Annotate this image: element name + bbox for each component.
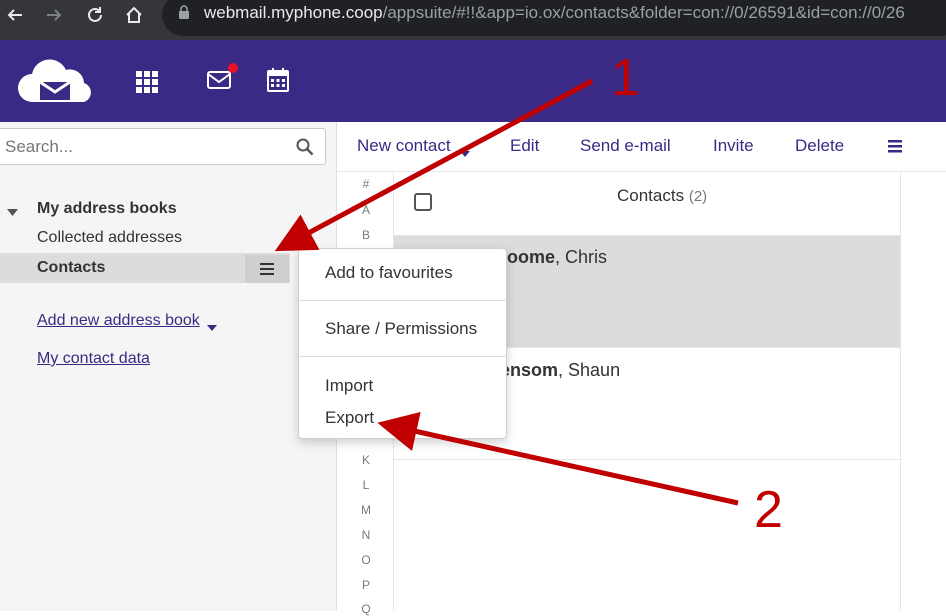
contact-name: roome, Chris <box>500 247 607 268</box>
index-letter[interactable]: P <box>360 578 372 592</box>
url-path: /appsuite/#!!&app=io.ox/contacts&folder=… <box>382 3 905 22</box>
annotation-label-2: 2 <box>754 481 783 539</box>
index-letter[interactable]: M <box>360 503 372 517</box>
url-text: webmail.myphone.coop/appsuite/#!!&app=io… <box>204 3 905 23</box>
list-title: Contacts (2) <box>617 186 707 206</box>
url-host: webmail.myphone.coop <box>204 3 383 22</box>
select-all-checkbox[interactable] <box>414 193 432 211</box>
menu-item-add-favourites[interactable]: Add to favourites <box>325 263 453 283</box>
collapse-caret-icon[interactable] <box>7 204 18 222</box>
contact-first-name: , Shaun <box>558 360 621 380</box>
contact-last-name: ensom <box>500 360 559 380</box>
forward-icon[interactable] <box>41 0 67 30</box>
index-letter[interactable]: N <box>360 528 372 542</box>
my-contact-data-link[interactable]: My contact data <box>37 350 150 368</box>
index-letter[interactable]: B <box>360 228 372 242</box>
browser-toolbar: webmail.myphone.coop/appsuite/#!!&app=io… <box>0 0 946 40</box>
index-letter[interactable]: A <box>360 203 372 217</box>
hamburger-icon <box>260 263 274 275</box>
index-letter[interactable]: K <box>360 453 372 467</box>
folder-context-menu: Add to favourites Share / Permissions Im… <box>298 248 507 439</box>
lock-icon[interactable] <box>178 5 190 25</box>
new-contact-button[interactable]: New contact <box>357 136 451 156</box>
invite-button[interactable]: Invite <box>713 136 754 156</box>
search-placeholder: Search... <box>5 137 74 156</box>
more-actions-icon[interactable] <box>888 140 902 158</box>
menu-divider <box>299 356 506 357</box>
tree-title[interactable]: My address books <box>37 200 177 218</box>
index-letter[interactable]: O <box>360 553 372 567</box>
add-address-book-link[interactable]: Add new address book <box>37 312 200 330</box>
contact-first-name: , Chris <box>555 247 608 267</box>
mail-icon[interactable] <box>206 62 240 97</box>
cloud-mail-logo[interactable] <box>16 58 94 109</box>
list-title-text: Contacts <box>617 186 685 205</box>
index-letter[interactable]: Q <box>360 602 372 616</box>
menu-item-export[interactable]: Export <box>325 408 374 428</box>
folder-menu-button[interactable] <box>245 255 289 283</box>
edit-button[interactable]: Edit <box>510 136 539 156</box>
new-contact-caret-icon[interactable] <box>460 144 470 162</box>
menu-divider <box>299 300 506 301</box>
app-header <box>0 40 946 122</box>
back-icon[interactable] <box>2 0 28 30</box>
apps-grid-icon[interactable] <box>136 71 158 98</box>
list-count: (2) <box>688 188 708 205</box>
menu-item-share-permissions[interactable]: Share / Permissions <box>325 319 477 339</box>
search-icon[interactable] <box>296 138 314 161</box>
delete-button[interactable]: Delete <box>795 136 844 156</box>
sidebar-item-collected[interactable]: Collected addresses <box>37 229 182 247</box>
menu-item-import[interactable]: Import <box>325 376 373 396</box>
calendar-icon[interactable] <box>267 68 289 97</box>
contact-name: ensom, Shaun <box>500 360 620 381</box>
annotation-label-1: 1 <box>611 49 640 107</box>
dropdown-caret-icon[interactable] <box>207 318 217 336</box>
index-letter[interactable]: L <box>360 478 372 492</box>
sidebar-item-contacts-label: Contacts <box>37 259 106 276</box>
home-icon[interactable] <box>121 0 147 30</box>
contact-last-name: roome <box>500 247 556 267</box>
reload-icon[interactable] <box>82 0 108 30</box>
add-address-book-label: Add new address book <box>37 312 200 329</box>
index-letter[interactable]: # <box>360 177 372 191</box>
send-email-button[interactable]: Send e-mail <box>580 136 671 156</box>
search-input[interactable]: Search... <box>0 128 326 165</box>
